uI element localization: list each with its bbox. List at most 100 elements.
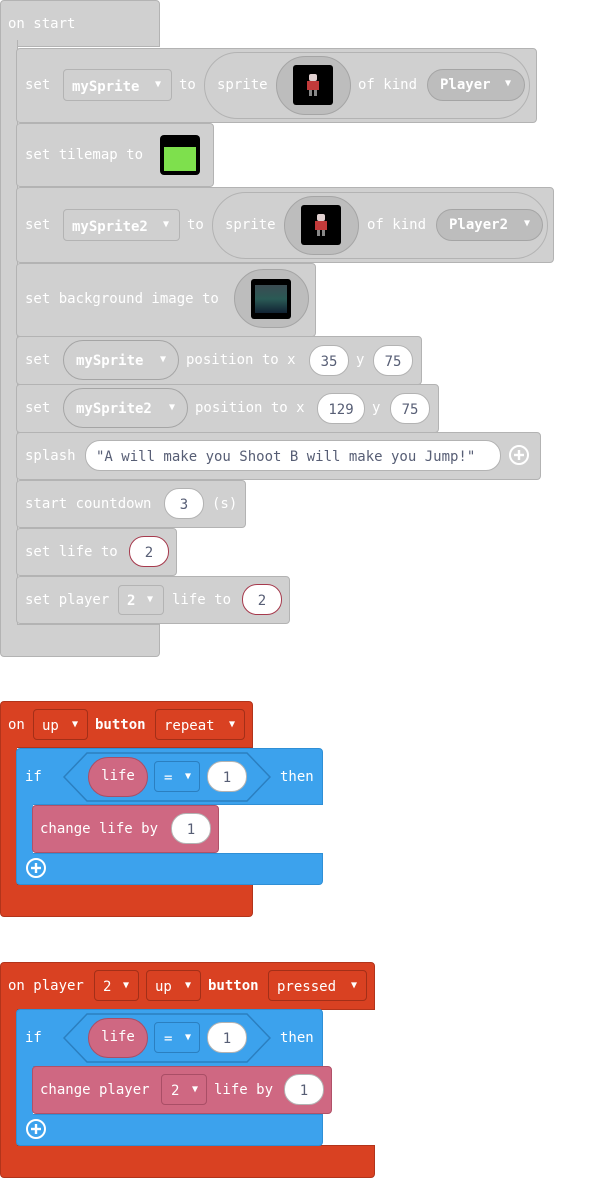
- background-icon[interactable]: [251, 279, 291, 319]
- kind-dropdown-player2[interactable]: Player2 ▼: [436, 209, 543, 241]
- splash-text-input[interactable]: "A will make you Shoot B will make you J…: [85, 440, 501, 471]
- y-input-1[interactable]: 75: [373, 345, 413, 376]
- player-life-value-input[interactable]: 2: [242, 584, 282, 615]
- change-player-dropdown[interactable]: 2 ▼: [161, 1074, 207, 1105]
- dropdown-arrow-icon: ▼: [154, 79, 161, 90]
- player2-sprite-icon[interactable]: [301, 205, 341, 245]
- if-label: if: [25, 769, 42, 785]
- event1-arm: [0, 744, 17, 889]
- compare-value-input[interactable]: 1: [207, 761, 247, 792]
- player-number-dropdown[interactable]: 2 ▼: [94, 970, 139, 1001]
- dropdown-arrow-icon: ▼: [122, 980, 129, 991]
- compare-value-input-2[interactable]: 1: [207, 1022, 247, 1053]
- position2-set-label: set: [25, 400, 51, 416]
- countdown-input[interactable]: 3: [164, 488, 204, 519]
- on-start-arm-fill: [1, 40, 17, 630]
- if-arm: [16, 800, 33, 858]
- kind-dropdown-player[interactable]: Player ▼: [427, 69, 525, 101]
- change-value: 1: [299, 1083, 309, 1099]
- dropdown-arrow-icon: ▼: [184, 1032, 191, 1043]
- change-player-value-input[interactable]: 1: [284, 1074, 324, 1105]
- variable-dropdown-mysprite2[interactable]: mySprite2 ▼: [63, 209, 180, 241]
- variable-name: mySprite2: [72, 219, 148, 235]
- change-value: 1: [186, 822, 196, 838]
- if-joint-2: [17, 1114, 33, 1117]
- operator: =: [164, 1031, 173, 1047]
- life-reporter[interactable]: life: [88, 757, 148, 797]
- then-label-2: then: [280, 1030, 314, 1046]
- compare-value: 1: [222, 770, 232, 786]
- if-arm-2: [16, 1062, 33, 1120]
- countdown-label: start countdown: [25, 496, 152, 512]
- player-dropdown[interactable]: 2 ▼: [118, 585, 164, 615]
- on-start-label: on start: [8, 16, 76, 32]
- set-background-label: set background image to: [25, 291, 219, 307]
- kind-name: Player: [440, 77, 491, 93]
- tilemap-icon[interactable]: [160, 135, 200, 175]
- button-label: button: [95, 717, 146, 733]
- life-reporter-2[interactable]: life: [88, 1018, 148, 1058]
- on-start-foot: [0, 624, 160, 657]
- event2-arm: [0, 1006, 17, 1151]
- player-number: 2: [103, 979, 112, 995]
- sprite-label: sprite: [217, 77, 268, 93]
- of-kind-label-2: of kind: [367, 217, 427, 233]
- dropdown-arrow-icon: ▼: [184, 771, 191, 782]
- if-foot: [16, 853, 323, 885]
- life-value: 2: [144, 545, 154, 561]
- dropdown-arrow-icon: ▼: [184, 980, 191, 991]
- life-variable: life: [101, 768, 135, 784]
- operator: =: [164, 770, 173, 786]
- set-player-label: set player: [25, 592, 110, 608]
- life-variable: life: [101, 1029, 135, 1045]
- add-argument-icon[interactable]: [509, 445, 529, 465]
- button-label-2: button: [208, 978, 259, 994]
- add-else-icon[interactable]: [26, 1119, 46, 1139]
- dropdown-arrow-icon: ▼: [162, 219, 169, 230]
- event-type-dropdown-2[interactable]: pressed ▼: [268, 970, 367, 1001]
- dropdown-arrow-icon: ▼: [168, 402, 175, 413]
- dropdown-arrow-icon: ▼: [228, 719, 235, 730]
- player-life-value: 2: [257, 593, 267, 609]
- player-sprite-icon[interactable]: [293, 65, 333, 105]
- change-value-input[interactable]: 1: [171, 813, 211, 844]
- dropdown-arrow-icon: ▼: [159, 354, 166, 365]
- operator-dropdown[interactable]: = ▼: [154, 761, 200, 792]
- button-dropdown-2[interactable]: up ▼: [146, 970, 201, 1001]
- dropdown-arrow-icon: ▼: [504, 78, 511, 89]
- button-dropdown[interactable]: up ▼: [33, 709, 88, 740]
- splash-text: "A will make you Shoot B will make you J…: [96, 449, 476, 465]
- x-value: 129: [328, 402, 354, 418]
- if-label-2: if: [25, 1030, 42, 1046]
- player-number: 2: [127, 593, 136, 609]
- event-type-dropdown[interactable]: repeat ▼: [155, 709, 245, 740]
- operator-dropdown-2[interactable]: = ▼: [154, 1022, 200, 1053]
- if-joint: [17, 853, 33, 856]
- event-type: repeat: [164, 718, 215, 734]
- of-kind-label: of kind: [358, 77, 418, 93]
- y-input-2[interactable]: 75: [390, 393, 430, 424]
- event2-joint: [1, 1145, 17, 1148]
- add-else-icon[interactable]: [26, 858, 46, 878]
- set-life-label: set life to: [25, 544, 118, 560]
- event1-foot: [0, 884, 253, 917]
- countdown-value: 3: [179, 497, 189, 513]
- player-number: 2: [171, 1083, 180, 1099]
- variable-dropdown-mysprite[interactable]: mySprite ▼: [63, 69, 172, 101]
- x-input-2[interactable]: 129: [317, 393, 365, 424]
- dropdown-arrow-icon: ▼: [350, 980, 357, 991]
- x-input-1[interactable]: 35: [309, 345, 349, 376]
- variable-name: mySprite2: [76, 401, 152, 417]
- set-sprite-to-label: to: [179, 77, 196, 93]
- position1-set-label: set: [25, 352, 51, 368]
- dropdown-arrow-icon: ▼: [146, 594, 153, 605]
- set-sprite2-set-label: set: [25, 217, 51, 233]
- change-life-label: change life by: [40, 821, 159, 837]
- if-foot-2: [16, 1114, 323, 1146]
- y-value: 75: [401, 402, 419, 418]
- variable-reporter-mysprite2[interactable]: mySprite2 ▼: [63, 388, 188, 428]
- splash-label: splash: [25, 448, 76, 464]
- life-value-input[interactable]: 2: [129, 536, 169, 567]
- variable-reporter-mysprite[interactable]: mySprite ▼: [63, 340, 179, 380]
- dropdown-arrow-icon: ▼: [191, 1084, 198, 1095]
